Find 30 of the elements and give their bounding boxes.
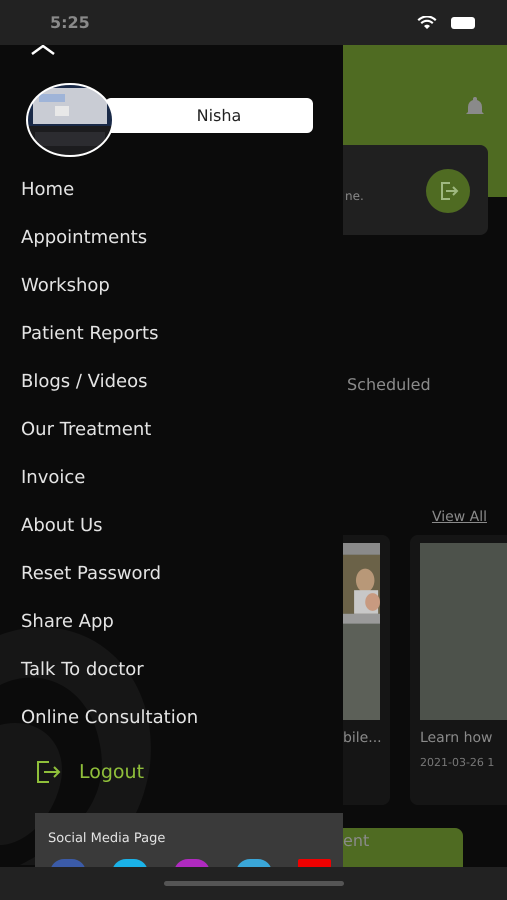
menu-item[interactable]: Workshop [0,262,343,310]
video-title: Learn how [420,730,494,746]
chevron-icon[interactable] [30,45,56,55]
status-time: 5:25 [50,13,91,32]
menu-item[interactable]: Blogs / Videos [0,358,343,406]
social-title: Social Media Page [48,831,166,846]
logout-label: Logout [79,761,144,783]
menu-item[interactable]: Home [0,166,343,214]
menu-item[interactable]: Share App [0,598,343,646]
battery-icon [451,16,477,28]
video-card[interactable]: bile... [343,534,390,805]
menu-item[interactable]: Our Treatment [0,406,343,454]
menu-item[interactable]: Online Consultation [0,694,343,742]
menu-item[interactable]: Patient Reports [0,310,343,358]
menu-item[interactable]: Invoice [0,454,343,502]
logout-button[interactable]: Logout [35,757,144,787]
video-date: 2021-03-26 1 [420,756,496,769]
user-name: Nisha [105,98,313,133]
video-title: bile... [343,730,383,746]
menu-item[interactable]: About Us [0,502,343,550]
section-label: Scheduled [347,374,432,394]
view-all-link[interactable]: View All [432,508,487,525]
card-text: ne. [345,189,364,203]
exit-icon [35,760,61,784]
menu-item[interactable]: Reset Password [0,550,343,598]
menu-item[interactable]: Appointments [0,214,343,262]
wifi-icon [417,16,437,30]
video-card[interactable]: Learn how 2021-03-26 1 [410,534,507,805]
menu-item[interactable]: Talk To doctor [0,646,343,694]
exit-icon[interactable] [426,169,470,213]
